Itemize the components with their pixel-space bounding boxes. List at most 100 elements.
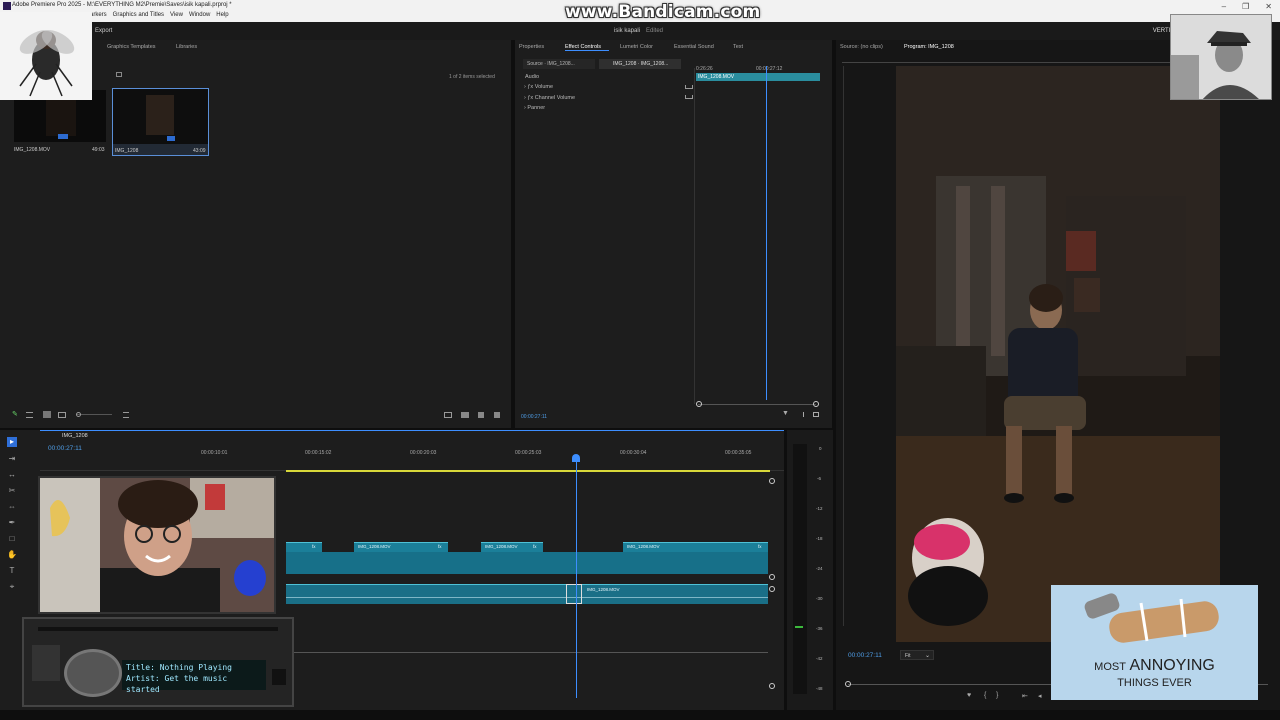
- selection-tool-icon[interactable]: ▸: [7, 437, 17, 447]
- menu-view[interactable]: View: [170, 12, 183, 18]
- pencil-icon[interactable]: ✎: [12, 411, 18, 418]
- new-bin-icon[interactable]: [116, 72, 122, 77]
- rectangle-tool-icon[interactable]: □: [7, 534, 17, 544]
- work-area-bar[interactable]: [286, 470, 770, 472]
- trash-icon[interactable]: [494, 412, 500, 418]
- ec-zoom-bar[interactable]: [698, 404, 816, 405]
- new-item-icon[interactable]: [478, 412, 484, 418]
- expand-chevron-icon[interactable]: › ƒx: [524, 95, 535, 101]
- program-video-frame[interactable]: [896, 66, 1220, 642]
- go-to-in-icon[interactable]: ⇤: [1022, 692, 1028, 700]
- add-marker-icon[interactable]: ♥: [967, 692, 971, 699]
- program-ruler[interactable]: [842, 53, 1170, 63]
- search-bin-icon[interactable]: [444, 412, 452, 418]
- tab-source-monitor[interactable]: Source: (no clips): [840, 44, 883, 50]
- scrubber-handle[interactable]: [845, 681, 851, 687]
- keyframe-divider: [694, 68, 695, 404]
- ec-zoom-left-handle[interactable]: [696, 401, 702, 407]
- reset-volume-icon[interactable]: [685, 85, 693, 89]
- reset-channel-volume-icon[interactable]: [685, 95, 693, 99]
- tab-text[interactable]: Text: [733, 44, 743, 50]
- export-tab[interactable]: Export: [95, 28, 112, 34]
- video-clip[interactable]: IMG_1208.MOV fx: [481, 542, 543, 552]
- pen-tool-icon[interactable]: ✒: [7, 518, 17, 528]
- video-clip[interactable]: IMG_1208.MOV fx: [623, 542, 768, 552]
- sequence-duration: 43:09: [193, 148, 206, 154]
- meter-scale-36: -36: [816, 626, 823, 631]
- ec-playhead[interactable]: [766, 66, 767, 400]
- sort-icon[interactable]: [123, 412, 129, 418]
- hand-tool-icon[interactable]: ✋: [7, 550, 17, 560]
- tab-graphics-templates[interactable]: Graphics Templates: [107, 44, 156, 50]
- ad-line-1-main: ANNOYING: [1129, 657, 1215, 674]
- volume-knob-icon[interactable]: [64, 649, 122, 697]
- vertical-scroll-handle[interactable]: [769, 586, 775, 592]
- clip-duration: 49:03: [92, 147, 105, 153]
- slip-tool-icon[interactable]: ⇔: [7, 502, 17, 512]
- effect-channel-volume-row[interactable]: › ƒx Channel Volume: [524, 95, 575, 101]
- mark-out-icon[interactable]: }: [996, 692, 998, 699]
- icon-view-icon[interactable]: [43, 411, 51, 418]
- track-select-tool-icon[interactable]: ⇥: [7, 454, 17, 464]
- vertical-scroll-handle[interactable]: [769, 478, 775, 484]
- source-selector[interactable]: Source · IMG_1208...: [523, 59, 595, 69]
- player-side-button[interactable]: [272, 669, 286, 685]
- razor-tool-icon[interactable]: ✂: [7, 486, 17, 496]
- type-tool-icon[interactable]: T: [7, 566, 17, 576]
- minimize-button[interactable]: –: [1222, 2, 1226, 11]
- play-audio-icon[interactable]: [798, 412, 804, 417]
- menu-markers[interactable]: arkers: [90, 12, 107, 18]
- sequence-tab[interactable]: IMG_1208: [62, 433, 88, 439]
- app-header: Export isik kapali Edited VERTICAL: [0, 22, 1280, 40]
- zoom-slider[interactable]: [76, 414, 112, 415]
- zoom-handle[interactable]: [76, 412, 81, 417]
- expand-chevron-icon[interactable]: › ƒx: [524, 84, 535, 90]
- ad-line-1: MOST ANNOYING: [1051, 657, 1258, 675]
- step-back-icon[interactable]: ◂: [1038, 692, 1042, 700]
- tab-properties[interactable]: Properties: [519, 44, 544, 50]
- audio-clip[interactable]: IMG_1208.MOV: [286, 584, 768, 604]
- vertical-scroll-handle[interactable]: [769, 683, 775, 689]
- freeform-view-icon[interactable]: [58, 412, 66, 418]
- tab-libraries[interactable]: Libraries: [176, 44, 197, 50]
- effect-controls-panel: Properties Effect Controls Lumetri Color…: [515, 40, 832, 428]
- ripple-edit-tool-icon[interactable]: ↔: [7, 470, 17, 480]
- meter-scale-30: -30: [816, 596, 823, 601]
- ec-current-time[interactable]: 00:00:27:11: [521, 414, 547, 420]
- meter-scale-6: -6: [817, 476, 822, 481]
- mark-in-icon[interactable]: {: [984, 692, 986, 699]
- ruler-tick-5: 00:00:30:04: [620, 450, 647, 456]
- menu-graphics[interactable]: Graphics and Titles: [113, 12, 164, 18]
- restore-button[interactable]: ❐: [1242, 2, 1249, 11]
- video-clip[interactable]: IMG_1208.MOV fx: [354, 542, 448, 552]
- project-status: Edited: [646, 28, 664, 34]
- video-track-fill[interactable]: [286, 552, 768, 574]
- caption-tool-icon[interactable]: ⌖: [7, 582, 17, 592]
- menu-help[interactable]: Help: [216, 12, 228, 18]
- clip-name: IMG_1208.MOV: [14, 147, 51, 153]
- menu-window[interactable]: Window: [189, 12, 210, 18]
- selected-edit-point[interactable]: [566, 584, 582, 604]
- effect-panner-row[interactable]: › Panner: [524, 105, 545, 111]
- tab-lumetri-color[interactable]: Lumetri Color: [620, 44, 653, 50]
- playhead-line[interactable]: [576, 460, 577, 698]
- list-view-icon[interactable]: [26, 412, 33, 418]
- filter-icon[interactable]: ▼: [782, 410, 789, 417]
- meter-level: [795, 626, 803, 628]
- timeline-timecode[interactable]: 00:00:27:11: [48, 445, 82, 452]
- export-icon[interactable]: [813, 412, 819, 417]
- new-bin-button-icon[interactable]: [461, 412, 469, 418]
- vertical-scroll-handle[interactable]: [769, 574, 775, 580]
- program-timecode[interactable]: 00:00:27:11: [848, 652, 882, 659]
- effect-volume-row[interactable]: › ƒx Volume: [524, 84, 553, 90]
- fit-dropdown[interactable]: Fit ⌄: [900, 650, 934, 660]
- ec-clip-bar[interactable]: IMG_1208.MOV: [696, 73, 820, 81]
- fx-badge: fx: [533, 544, 537, 549]
- tab-program-monitor[interactable]: Program: IMG_1208: [904, 44, 954, 50]
- tab-essential-sound[interactable]: Essential Sound: [674, 44, 714, 50]
- ec-zoom-right-handle[interactable]: [813, 401, 819, 407]
- sequence-selector[interactable]: IMG_1208 · IMG_1208...: [599, 59, 681, 69]
- close-button[interactable]: ✕: [1265, 2, 1272, 11]
- video-clip[interactable]: fx: [286, 542, 322, 552]
- selected-sequence-item[interactable]: IMG_1208 43:09: [112, 88, 209, 156]
